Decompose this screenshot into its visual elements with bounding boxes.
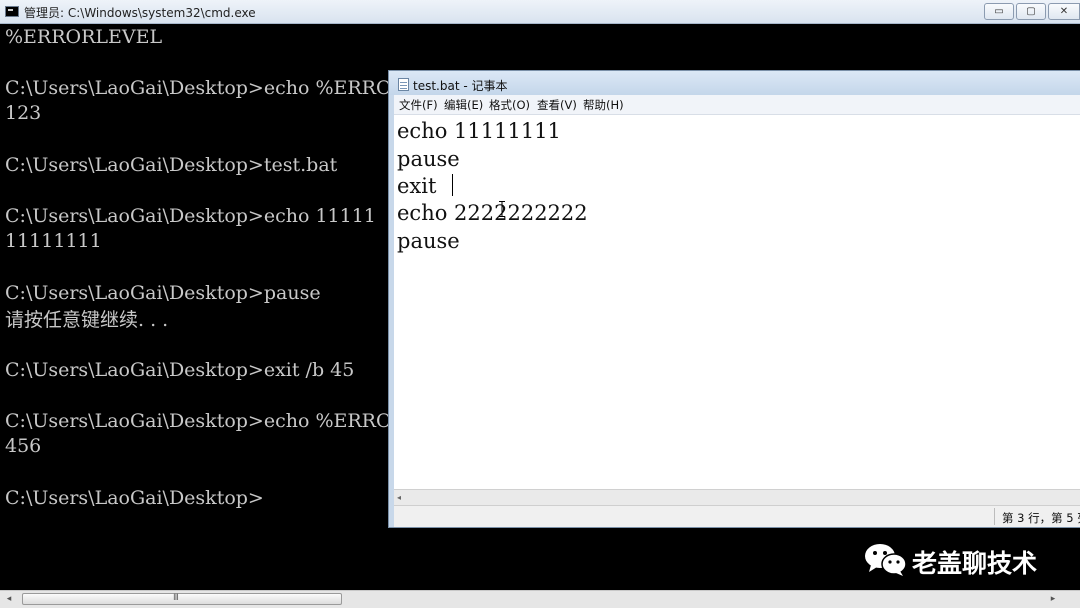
menu-help[interactable]: 帮助(H) — [583, 97, 624, 113]
console-prompt: C:\Users\LaoGai\Desktop> — [5, 487, 264, 509]
scrollbar-grip-icon: III — [173, 593, 179, 603]
menu-edit[interactable]: 编辑(E) — [444, 97, 483, 113]
scrollbar-thumb[interactable]: III — [22, 593, 342, 605]
scroll-right-arrow-icon[interactable]: ▸ — [1044, 591, 1062, 608]
scroll-left-arrow-icon[interactable]: ◂ — [397, 490, 401, 505]
scroll-left-arrow-icon[interactable]: ◂ — [0, 591, 18, 608]
console-line: C:\Users\LaoGai\Desktop>pause — [5, 282, 321, 304]
cmd-window-title: 管理员: C:\Windows\system32\cmd.exe — [24, 6, 256, 20]
text-caret — [452, 174, 453, 196]
cmd-titlebar[interactable]: 管理员: C:\Windows\system32\cmd.exe ▭ ▢ ✕ — [0, 0, 1080, 24]
ibeam-cursor-icon — [499, 201, 505, 217]
editor-line: echo 11111111 — [397, 119, 561, 143]
console-line: %ERRORLEVEL — [5, 26, 163, 48]
console-line: 456 — [5, 435, 42, 457]
editor-line: exit — [397, 174, 437, 198]
console-line: C:\Users\LaoGai\Desktop>exit /b 45 — [5, 359, 355, 381]
notepad-statusbar: 第 3 行，第 5 列 — [394, 505, 1080, 527]
console-line: C:\Users\LaoGai\Desktop>test.bat — [5, 154, 338, 176]
cursor-position-status: 第 3 行，第 5 列 — [1002, 511, 1080, 525]
editor-line: pause — [397, 147, 460, 171]
notepad-icon[interactable] — [398, 78, 409, 91]
menu-format[interactable]: 格式(O) — [489, 97, 530, 113]
editor-line: echo 2222222222 — [397, 201, 588, 225]
cmd-horizontal-scrollbar[interactable]: ◂ III ▸ — [0, 590, 1080, 608]
console-line: 11111111 — [5, 230, 102, 252]
maximize-button[interactable]: ▢ — [1016, 3, 1046, 20]
notepad-window-title: test.bat - 记事本 — [413, 79, 508, 93]
menu-file[interactable]: 文件(F) — [399, 97, 438, 113]
minimize-button[interactable]: ▭ — [984, 3, 1014, 20]
editor-line: pause — [397, 229, 460, 253]
notepad-titlebar[interactable]: test.bat - 记事本 — [389, 71, 1080, 95]
console-line: 请按任意键继续. . . — [5, 309, 169, 331]
notepad-text-editor[interactable]: echo 11111111 pause exit echo 2222222222… — [394, 115, 1080, 489]
console-line: C:\Users\LaoGai\Desktop>echo 11111 — [5, 205, 376, 227]
close-button[interactable]: ✕ — [1048, 3, 1080, 20]
status-separator — [994, 508, 995, 525]
wechat-icon — [865, 544, 907, 576]
console-line: 123 — [5, 102, 42, 124]
notepad-horizontal-scrollbar[interactable]: ◂ — [394, 489, 1080, 505]
console-line: C:\Users\LaoGai\Desktop>echo %ERRO — [5, 410, 392, 432]
menu-view[interactable]: 查看(V) — [537, 97, 577, 113]
watermark-text: 老盖聊技术 — [912, 549, 1038, 578]
cmd-app-icon[interactable] — [5, 6, 19, 17]
notepad-window[interactable]: test.bat - 记事本 文件(F) 编辑(E) 格式(O) 查看(V) 帮… — [388, 70, 1080, 528]
console-line: C:\Users\LaoGai\Desktop>echo %ERRO — [5, 77, 392, 99]
notepad-menubar: 文件(F) 编辑(E) 格式(O) 查看(V) 帮助(H) — [394, 95, 1080, 115]
